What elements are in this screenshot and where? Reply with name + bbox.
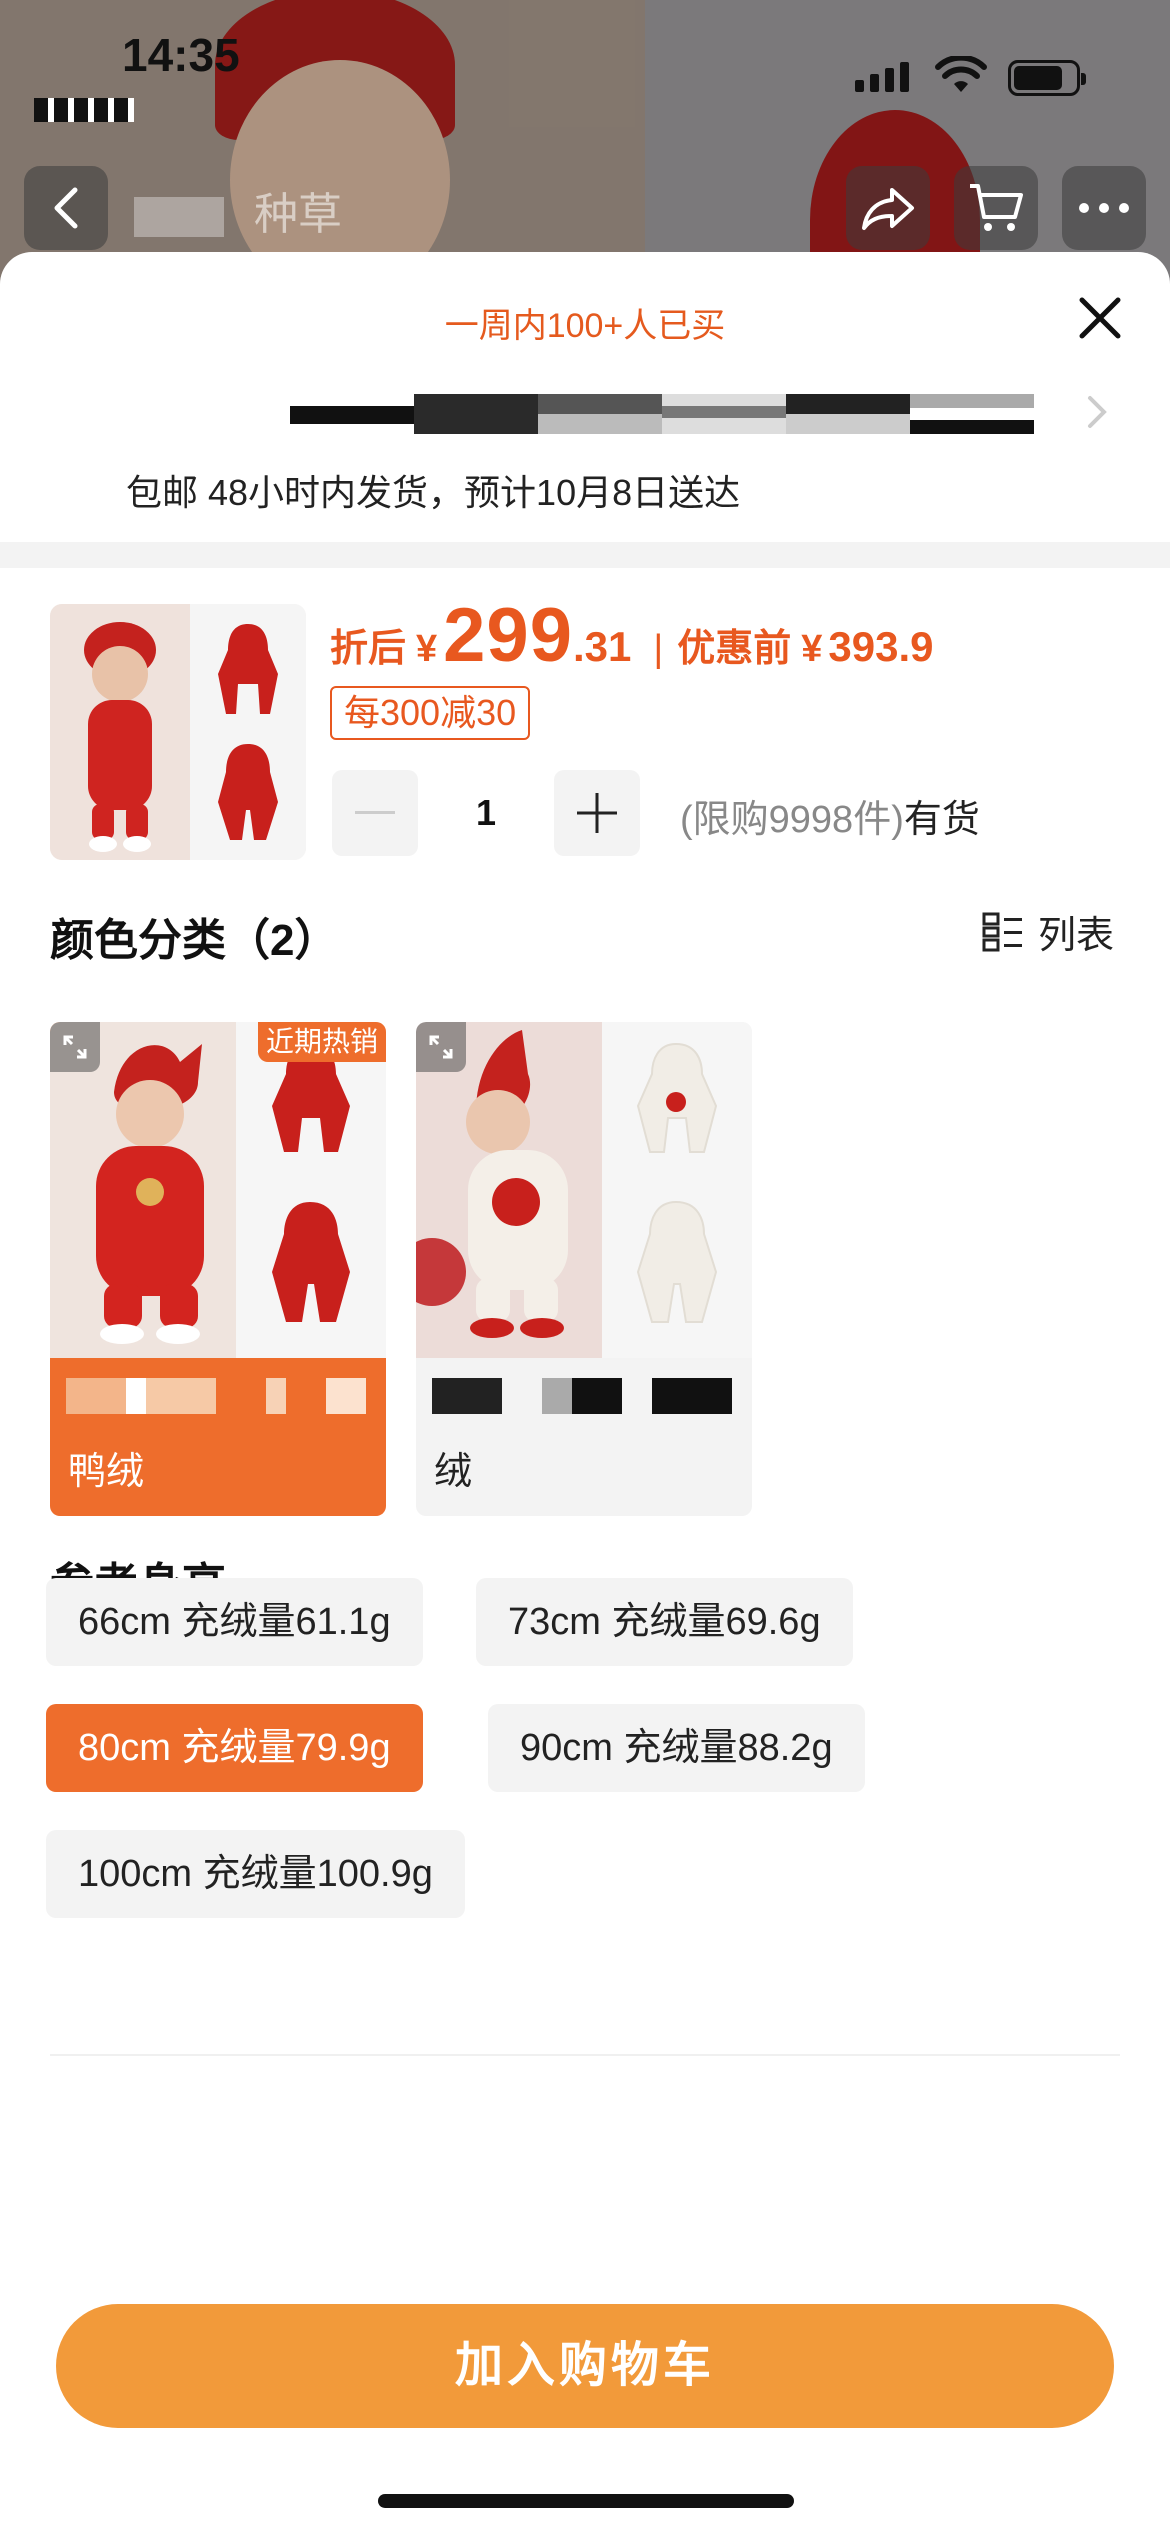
back-button[interactable] [24,166,108,250]
more-button[interactable] [1062,166,1146,250]
price-separator: | [653,628,664,670]
color-section-title: 颜色分类（2） [50,916,339,965]
sold-hint: 一周内100+人已买 [444,307,726,345]
color-option-photo-right [236,1022,386,1358]
size-option-66[interactable]: 66cm 充绒量61.1g [46,1578,423,1666]
color-option-image [416,1022,752,1358]
currency-symbol: ¥ [801,628,823,670]
garment-red-icon [272,1044,350,1322]
color-option-photo-left [50,1022,236,1358]
baby-red-suit-icon [96,1044,204,1344]
cart-button[interactable] [954,166,1038,250]
carrier-label [34,98,134,122]
status-time: 14:35 [122,29,240,81]
page-title-text: 种草 [254,189,342,240]
redacted-address[interactable] [290,394,1034,434]
color-option-name: 鸭绒 [68,1451,145,1493]
list-view-icon [982,912,1022,951]
add-to-cart-button[interactable]: 加入购物车 [56,2304,1114,2428]
size-option-90[interactable]: 90cm 充绒量88.2g [488,1704,865,1792]
price-label: 折后 [330,628,407,670]
divider [50,2054,1120,2056]
color-option-photo-right [602,1022,752,1358]
garment-icon [218,624,278,840]
baby-white-suit-icon [416,1030,568,1338]
stock-limit: (限购9998件) [680,799,904,841]
share-button[interactable] [846,166,930,250]
expand-icon[interactable] [416,1022,466,1072]
redacted-block [134,197,224,237]
before-discount-price: 393.9 [828,623,934,670]
thumbnail-right-part [190,604,306,860]
cart-icon [970,184,1023,231]
plus-icon [577,793,617,833]
color-option-name: 绒 [434,1451,473,1493]
more-icon [1079,203,1129,213]
garment-white-icon [636,1042,718,1323]
chevron-right-icon[interactable] [1084,392,1110,432]
size-option-100[interactable]: 100cm 充绒量100.9g [46,1830,465,1918]
expand-icon[interactable] [50,1022,100,1072]
close-icon[interactable] [1068,286,1132,350]
expand-arrows-icon [429,1035,453,1059]
stock-info: (限购9998件)有货 [680,788,980,843]
quantity-decrease-button[interactable] [332,770,418,856]
home-indicator [378,2494,794,2508]
color-option-down[interactable]: 绒 [416,1022,752,1516]
color-option-duck-down[interactable]: 近期热销 鸭绒 [50,1022,386,1516]
color-option-image [50,1022,386,1358]
thumbnail-left-part [50,604,190,860]
price-line: 折后 ¥ 299 .31 | 优惠前 ¥ 393.9 [330,592,934,679]
currency-symbol: ¥ [416,628,438,670]
battery-icon [1008,60,1086,96]
before-discount-label: 优惠前 [677,628,792,670]
color-option-photo-left [416,1022,602,1358]
sku-sheet: 一周内100+人已买 包邮 48小时内发货，预计10月8日送达 折后 ¥ 299… [0,252,1170,2532]
stock-status: 有货 [903,799,980,841]
quantity-increase-button[interactable] [554,770,640,856]
price-integer: 299 [443,593,573,678]
redacted-text [432,1378,732,1414]
redacted-text [66,1378,366,1414]
quantity-value[interactable]: 1 [420,770,552,856]
promo-tag: 每300减30 [330,686,531,740]
page-title: 种草 [134,178,342,242]
delivery-info: 包邮 48小时内发货，预计10月8日送达 [126,472,741,513]
product-thumbnail[interactable] [50,604,306,860]
hot-sale-badge: 近期热销 [257,1022,386,1062]
signal-icon [855,62,909,92]
share-icon [862,188,914,230]
expand-arrows-icon [63,1035,87,1059]
list-view-label: 列表 [1038,915,1115,957]
list-view-toggle[interactable]: 列表 [982,904,1114,959]
section-divider [0,542,1170,568]
chevron-left-icon [54,187,78,229]
size-option-73[interactable]: 73cm 充绒量69.6g [476,1578,853,1666]
wifi-icon [935,56,987,92]
price-decimal: .31 [572,623,632,670]
baby-figure-icon [84,622,156,852]
minus-icon [355,811,395,814]
size-option-80[interactable]: 80cm 充绒量79.9g [46,1704,423,1792]
